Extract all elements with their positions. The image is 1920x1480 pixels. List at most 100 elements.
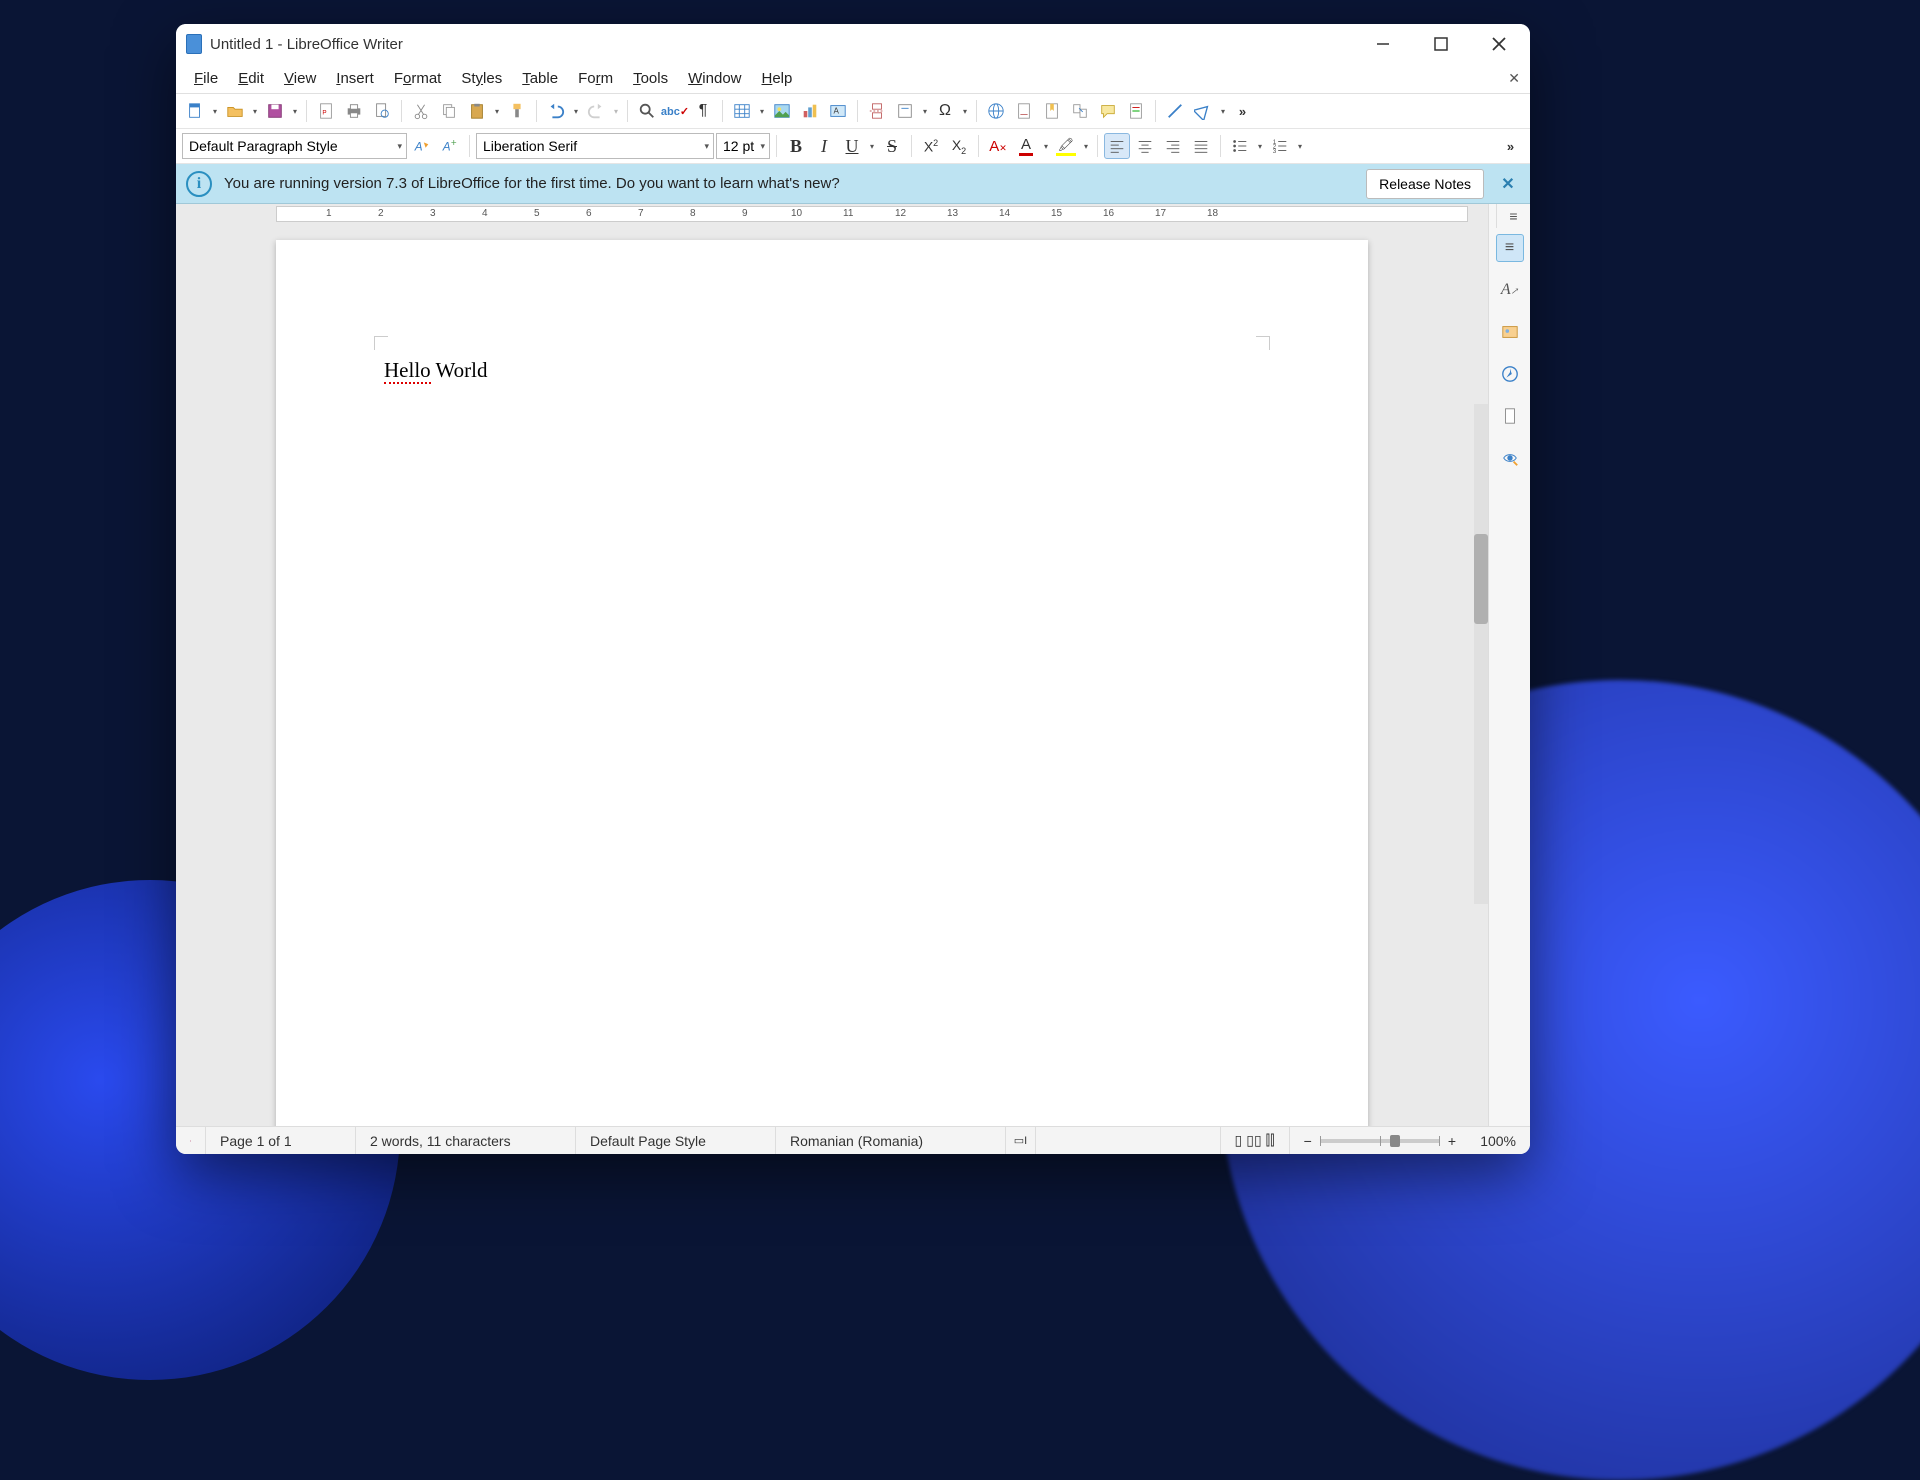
insert-chart-icon[interactable] <box>797 98 823 124</box>
undo-icon[interactable] <box>543 98 569 124</box>
menu-help[interactable]: Help <box>752 66 803 91</box>
redo-dropdown[interactable]: ▾ <box>611 107 621 116</box>
track-changes-icon[interactable] <box>1123 98 1149 124</box>
sidebar-styles-icon[interactable]: A↗ <box>1496 276 1524 304</box>
menu-form[interactable]: Form <box>568 66 623 91</box>
insert-image-icon[interactable] <box>769 98 795 124</box>
zoom-slider[interactable] <box>1320 1139 1440 1143</box>
special-char-dropdown[interactable]: ▾ <box>960 107 970 116</box>
insert-cross-ref-icon[interactable] <box>1067 98 1093 124</box>
new-style-icon[interactable]: A+ <box>437 133 463 159</box>
spellcheck-icon[interactable]: abc✓ <box>662 98 688 124</box>
shapes-dropdown[interactable]: ▾ <box>1218 107 1228 116</box>
save-dropdown[interactable]: ▾ <box>290 107 300 116</box>
horizontal-ruler[interactable]: 1 2 3 4 5 6 7 8 9 10 11 12 13 14 15 16 1… <box>176 204 1488 226</box>
menu-file[interactable]: File <box>184 66 228 91</box>
infobar-close-button[interactable]: ✕ <box>1496 174 1520 194</box>
menu-edit[interactable]: Edit <box>228 66 274 91</box>
toolbar-more-icon[interactable]: » <box>1230 98 1256 124</box>
zoom-knob[interactable] <box>1390 1135 1400 1147</box>
sidebar-gallery-icon[interactable] <box>1496 318 1524 346</box>
numbered-dropdown[interactable]: ▾ <box>1295 142 1305 151</box>
underline-dropdown[interactable]: ▾ <box>867 142 877 151</box>
sidebar-navigator-icon[interactable] <box>1496 360 1524 388</box>
status-page[interactable]: Page 1 of 1 <box>206 1127 356 1154</box>
open-dropdown[interactable]: ▾ <box>250 107 260 116</box>
paragraph-style-combo[interactable]: Default Paragraph Style▾ <box>182 133 407 159</box>
insert-table-icon[interactable] <box>729 98 755 124</box>
sidebar-properties-icon[interactable]: ≡ <box>1496 234 1524 262</box>
bullet-list-icon[interactable] <box>1227 133 1253 159</box>
bullet-dropdown[interactable]: ▾ <box>1255 142 1265 151</box>
minimize-button[interactable] <box>1354 24 1412 64</box>
insert-hyperlink-icon[interactable] <box>983 98 1009 124</box>
new-dropdown[interactable]: ▾ <box>210 107 220 116</box>
font-color-dropdown[interactable]: ▾ <box>1041 142 1051 151</box>
highlight-dropdown[interactable]: ▾ <box>1081 142 1091 151</box>
open-icon[interactable] <box>222 98 248 124</box>
menu-view[interactable]: View <box>274 66 326 91</box>
insert-line-icon[interactable] <box>1162 98 1188 124</box>
formatting-more-icon[interactable]: » <box>1498 133 1524 159</box>
copy-icon[interactable] <box>436 98 462 124</box>
field-dropdown[interactable]: ▾ <box>920 107 930 116</box>
basic-shapes-icon[interactable] <box>1190 98 1216 124</box>
highlight-color-icon[interactable]: 🖍 <box>1053 133 1079 159</box>
insert-comment-icon[interactable] <box>1095 98 1121 124</box>
insert-bookmark-icon[interactable] <box>1039 98 1065 124</box>
menu-format[interactable]: Format <box>384 66 452 91</box>
clone-formatting-icon[interactable] <box>504 98 530 124</box>
vertical-scrollbar[interactable] <box>1474 404 1488 904</box>
new-document-icon[interactable] <box>182 98 208 124</box>
table-dropdown[interactable]: ▾ <box>757 107 767 116</box>
zoom-out-button[interactable]: − <box>1304 1133 1312 1149</box>
menu-table[interactable]: Table <box>512 66 568 91</box>
export-pdf-icon[interactable]: P <box>313 98 339 124</box>
subscript-button[interactable]: X2 <box>946 133 972 159</box>
font-color-icon[interactable]: A <box>1013 133 1039 159</box>
insert-footnote-icon[interactable] <box>1011 98 1037 124</box>
status-save-icon[interactable] <box>176 1127 206 1154</box>
clear-formatting-icon[interactable]: A✕ <box>985 133 1011 159</box>
menu-styles[interactable]: Styles <box>451 66 512 91</box>
print-preview-icon[interactable] <box>369 98 395 124</box>
menu-tools[interactable]: Tools <box>623 66 678 91</box>
maximize-button[interactable] <box>1412 24 1470 64</box>
status-language[interactable]: Romanian (Romania) <box>776 1127 1006 1154</box>
close-button[interactable] <box>1470 24 1528 64</box>
find-replace-icon[interactable] <box>634 98 660 124</box>
sidebar-inspector-icon[interactable] <box>1496 444 1524 472</box>
sidebar-page-icon[interactable] <box>1496 402 1524 430</box>
insert-field-icon[interactable] <box>892 98 918 124</box>
release-notes-button[interactable]: Release Notes <box>1366 169 1484 199</box>
zoom-in-button[interactable]: + <box>1448 1133 1456 1149</box>
document-area[interactable]: ⌐ 1 2 3 4 5 6 7 8 9 10 11 12 13 14 15 16… <box>176 204 1488 1126</box>
status-word-count[interactable]: 2 words, 11 characters <box>356 1127 576 1154</box>
status-view-layout[interactable]: ▯▯▯⫿⫿ <box>1221 1127 1290 1154</box>
undo-dropdown[interactable]: ▾ <box>571 107 581 116</box>
strikethrough-button[interactable]: S <box>879 133 905 159</box>
close-document-button[interactable]: ✕ <box>1508 70 1520 87</box>
font-name-combo[interactable]: Liberation Serif▾ <box>476 133 714 159</box>
align-center-icon[interactable] <box>1132 133 1158 159</box>
zoom-percent[interactable]: 100% <box>1470 1127 1530 1154</box>
paste-dropdown[interactable]: ▾ <box>492 107 502 116</box>
bold-button[interactable]: B <box>783 133 809 159</box>
sidebar-settings-icon[interactable]: ≡ <box>1496 204 1530 228</box>
status-page-style[interactable]: Default Page Style <box>576 1127 776 1154</box>
formatting-marks-icon[interactable]: ¶ <box>690 98 716 124</box>
underline-button[interactable]: U <box>839 133 865 159</box>
status-selection-mode[interactable] <box>1036 1127 1221 1154</box>
align-right-icon[interactable] <box>1160 133 1186 159</box>
cut-icon[interactable] <box>408 98 434 124</box>
document-text[interactable]: Hello World <box>384 358 488 383</box>
redo-icon[interactable] <box>583 98 609 124</box>
menu-window[interactable]: Window <box>678 66 751 91</box>
save-icon[interactable] <box>262 98 288 124</box>
numbered-list-icon[interactable]: 123 <box>1267 133 1293 159</box>
print-icon[interactable] <box>341 98 367 124</box>
titlebar[interactable]: Untitled 1 - LibreOffice Writer <box>176 24 1530 64</box>
justify-icon[interactable] <box>1188 133 1214 159</box>
font-size-combo[interactable]: 12 pt▾ <box>716 133 770 159</box>
paste-icon[interactable] <box>464 98 490 124</box>
